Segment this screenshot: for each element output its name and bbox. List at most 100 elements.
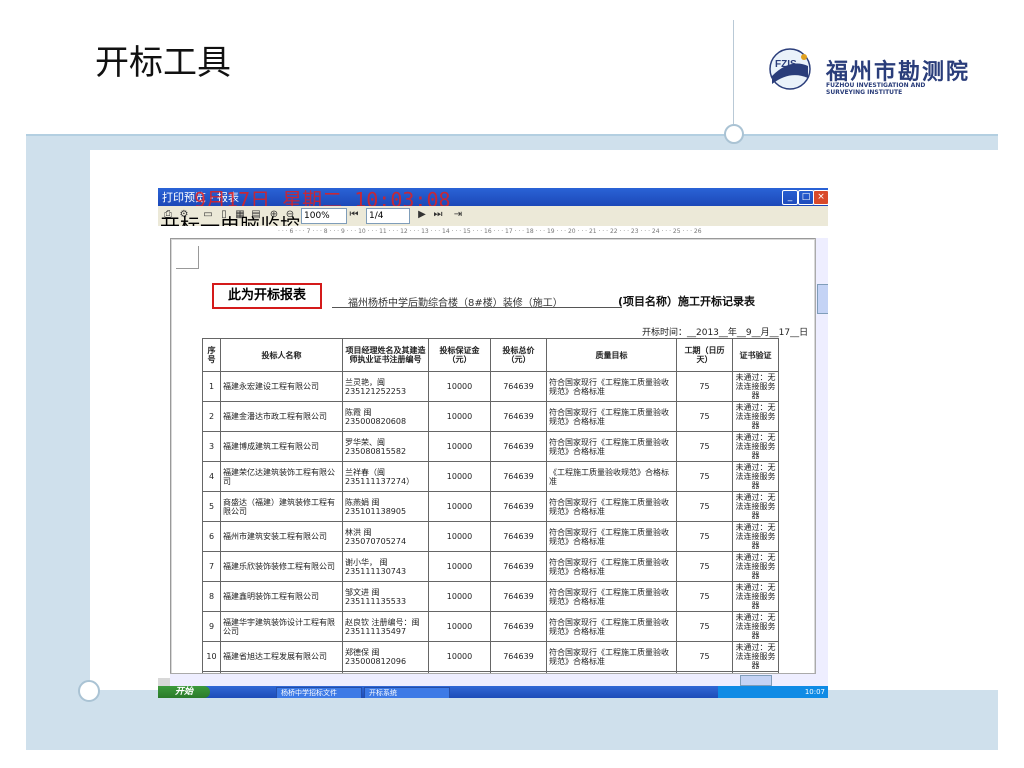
table-cell: 符合国家现行《工程施工质量验收规范》合格标准	[546, 641, 677, 672]
close-button[interactable]: ×	[813, 190, 828, 205]
vertical-scrollbar[interactable]	[815, 238, 828, 686]
table-cell: 符合国家现行《工程施工质量验收规范》合格标准	[546, 401, 677, 432]
table-cell: 764639	[490, 491, 547, 522]
first-page-icon[interactable]: ⏮	[348, 209, 360, 221]
table-cell: 3	[202, 431, 221, 462]
table-cell: 福建鑫明装饰工程有限公司	[220, 581, 343, 612]
table-cell: 林洪 闽235070705274	[342, 521, 429, 552]
table-cell: 陈霞 闽235000820608	[342, 401, 429, 432]
table-cell: 7	[202, 551, 221, 582]
print-preview-screenshot: 打印预览 - 报表 _ □ × 9月17日 星期二 10:03:08 ⎙ ⚙ ▭…	[158, 188, 828, 698]
page-corner-mark	[176, 246, 199, 269]
table-cell: 福建金潘达市政工程有限公司	[220, 401, 343, 432]
taskbar-item-bid-system[interactable]: 开标系统	[364, 687, 450, 698]
table-row: 5 商盛达（福建）建筑装修工程有限公司 陈燕娟 闽235101138905 10000…	[202, 491, 779, 522]
table-cell: 10000	[428, 371, 491, 402]
table-cell: 符合国家现行《工程施工质量验收规范》合格标准	[546, 491, 677, 522]
report-heading: (项目名称）施工开标记录表	[618, 295, 756, 308]
fzis-logo-icon: FZIS	[769, 48, 811, 90]
horizontal-ruler: · · · 6 · · · 7 · · · 8 · · · 9 · · · 10…	[158, 226, 828, 239]
vertical-scroll-thumb[interactable]	[817, 284, 828, 314]
col-header: 投标总价（元）	[490, 338, 547, 372]
table-cell: 75	[676, 431, 733, 462]
table-cell: 福建省旭达工程发展有限公司	[220, 641, 343, 672]
table-cell: 8	[202, 581, 221, 612]
col-header: 证书验证	[732, 338, 779, 372]
ruler-ticks: · · · 6 · · · 7 · · · 8 · · · 9 · · · 10…	[278, 228, 702, 235]
table-cell: 764639	[490, 371, 547, 402]
table-row: 3 福建博成建筑工程有限公司 罗华荣、闽235080815582 10000 76463…	[202, 431, 779, 462]
table-cell: 未通过：无法连接服务器	[732, 461, 779, 492]
table-cell: 商盛达（福建）建筑装修工程有限公司	[220, 491, 343, 522]
next-page-icon[interactable]: ▶	[416, 209, 428, 221]
last-page-icon[interactable]: ⏭	[432, 209, 444, 221]
logo-badge-text: FZIS	[775, 59, 797, 70]
table-cell: 福建华宇建筑装饰设计工程有限公司	[220, 611, 343, 642]
table-header-row: 序号 投标人名称 项目经理姓名及其建造师执业证书注册编号 投标保证金（元） 投标…	[202, 338, 779, 372]
table-cell: 福州市建筑安装工程有限公司	[220, 521, 343, 552]
table-cell: 未通过：无法连接服务器	[732, 491, 779, 522]
table-cell: 谢小华， 闽235111130743	[342, 551, 429, 582]
table-cell: 10	[202, 641, 221, 672]
horizontal-scroll-thumb[interactable]	[740, 675, 772, 686]
table-cell: 10000	[428, 401, 491, 432]
table-row: 9 福建华宇建筑装饰设计工程有限公司 赵良钦 注册编号：闽235111135497 1…	[202, 611, 779, 642]
table-row: 8 福建鑫明装饰工程有限公司 邹文进 闽235111135533 10000 76463…	[202, 581, 779, 612]
logo-name-en-line1: FUZHOU INVESTIGATION AND	[826, 82, 926, 89]
opening-date: 开标时间：__2013__年__9__月__17__日	[642, 328, 809, 338]
table-cell: 764639	[490, 611, 547, 642]
table-cell: 未通过：无法连接服务器	[732, 371, 779, 402]
table-cell: 10000	[428, 641, 491, 672]
col-header: 序号	[202, 338, 221, 372]
table-cell: 符合国家现行《工程施工质量验收规范》合格标准	[546, 611, 677, 642]
start-button[interactable]: 开始	[158, 686, 210, 698]
col-header: 质量目标	[546, 338, 677, 372]
table-cell: 764639	[490, 431, 547, 462]
maximize-button[interactable]: □	[798, 190, 814, 205]
table-cell: 10000	[428, 551, 491, 582]
minimize-button[interactable]: _	[782, 190, 798, 205]
table-cell: 2	[202, 401, 221, 432]
table-cell: 10000	[428, 491, 491, 522]
zoom-select[interactable]: 100%	[301, 208, 347, 224]
table-cell: 75	[676, 611, 733, 642]
table-cell: 10000	[428, 581, 491, 612]
table-cell: 未通过：无法连接服务器	[732, 641, 779, 672]
table-cell: 75	[676, 581, 733, 612]
slide-title: 开标工具	[95, 43, 231, 83]
page-number-field[interactable]: 1/4	[366, 208, 410, 224]
col-header: 工期（日历天）	[676, 338, 733, 372]
table-cell: 10000	[428, 611, 491, 642]
table-cell: 764639	[490, 551, 547, 582]
slide-circle-decor	[724, 124, 744, 144]
project-underline	[332, 307, 622, 308]
table-cell: 兰祥春（闽235111137274）	[342, 461, 429, 492]
horizontal-scrollbar[interactable]	[170, 673, 816, 686]
table-cell: 符合国家现行《工程施工质量验收规范》合格标准	[546, 431, 677, 462]
table-row: 10 福建省旭达工程发展有限公司 郑德保 闽235000812096 10000 764…	[202, 641, 779, 672]
exit-preview-icon[interactable]: ⇥	[452, 209, 464, 221]
table-cell: 《工程施工质量验收规范》合格标准	[546, 461, 677, 492]
table-cell: 福建荣亿达建筑装饰工程有限公司	[220, 461, 343, 492]
vertical-ruler	[158, 238, 171, 678]
table-row: 4 福建荣亿达建筑装饰工程有限公司 兰祥春（闽235111137274） 10000 7…	[202, 461, 779, 492]
logo-name-en: FUZHOU INVESTIGATION AND SURVEYING INSTI…	[826, 82, 925, 96]
taskbar-item-tender-file[interactable]: 杨桥中学招标文件	[276, 687, 362, 698]
slide-band-left	[26, 150, 90, 690]
table-cell: 764639	[490, 401, 547, 432]
bid-opening-table: 序号 投标人名称 项目经理姓名及其建造师执业证书注册编号 投标保证金（元） 投标…	[202, 338, 779, 676]
table-cell: 10000	[428, 521, 491, 552]
table-cell: 未通过：无法连接服务器	[732, 611, 779, 642]
table-row: 7 福建乐欣装饰装修工程有限公司 谢小华， 闽235111130743 10000 76…	[202, 551, 779, 582]
table-cell: 郑德保 闽235000812096	[342, 641, 429, 672]
slide-circle-decor	[78, 680, 100, 702]
table-cell: 4	[202, 461, 221, 492]
table-cell: 未通过：无法连接服务器	[732, 521, 779, 552]
table-cell: 764639	[490, 461, 547, 492]
table-row: 1 福建永宏建设工程有限公司 兰灵艳，闽235121252253 10000 76463…	[202, 371, 779, 402]
slide-divider	[26, 134, 998, 136]
table-cell: 75	[676, 641, 733, 672]
table-row: 6 福州市建筑安装工程有限公司 林洪 闽235070705274 10000 76463…	[202, 521, 779, 552]
table-cell: 福建永宏建设工程有限公司	[220, 371, 343, 402]
table-cell: 未通过：无法连接服务器	[732, 581, 779, 612]
